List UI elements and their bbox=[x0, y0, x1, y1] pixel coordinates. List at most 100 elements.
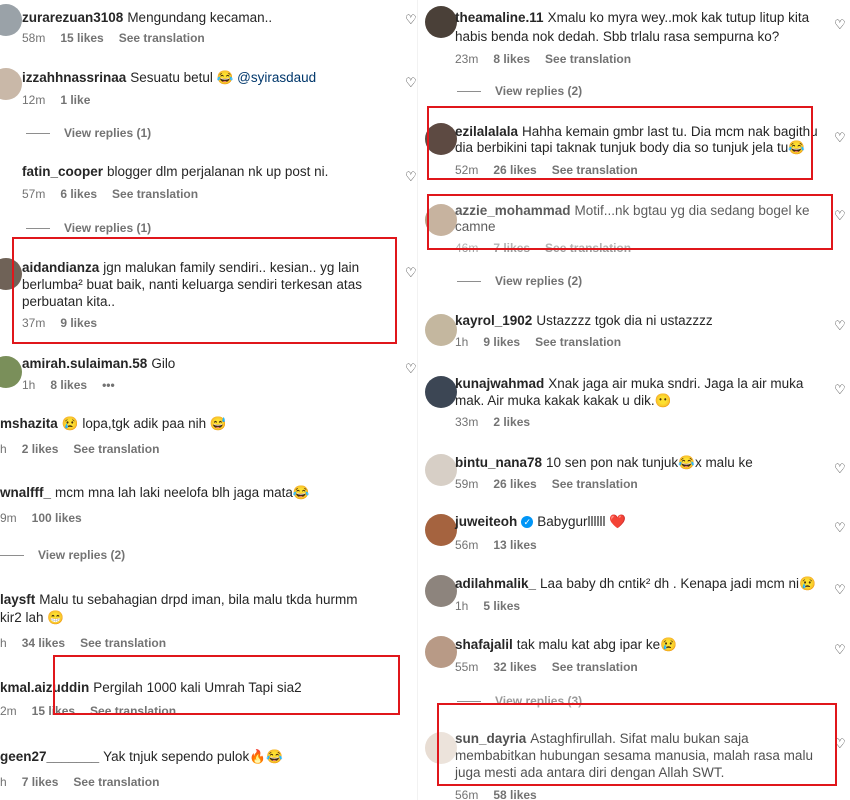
see-translation-link[interactable]: See translation bbox=[545, 52, 631, 66]
mention-link[interactable]: @syirasdaud bbox=[237, 70, 316, 85]
comment-likes[interactable]: 6 likes bbox=[60, 187, 97, 201]
avatar[interactable] bbox=[425, 6, 457, 38]
see-translation-link[interactable]: See translation bbox=[119, 31, 205, 45]
replies-line bbox=[457, 91, 481, 93]
comment-username[interactable]: theamaline.11 bbox=[455, 10, 544, 25]
comment-text: 10 sen pon nak tunjuk😂x malu ke bbox=[546, 455, 753, 470]
comment-likes[interactable]: 9 likes bbox=[483, 335, 520, 349]
comment-username[interactable]: wnalfff_ bbox=[0, 485, 51, 500]
more-horizontal-icon[interactable]: ••• bbox=[102, 378, 115, 392]
avatar[interactable] bbox=[425, 376, 457, 408]
comment-username[interactable]: geen27_______ bbox=[0, 749, 99, 764]
heart-outline-icon[interactable]: ♡ bbox=[834, 520, 846, 536]
comment-likes[interactable]: 8 likes bbox=[50, 378, 87, 392]
see-translation-link[interactable]: See translation bbox=[73, 775, 159, 789]
comment-username[interactable]: mshazita bbox=[0, 416, 58, 431]
heart-outline-icon[interactable]: ♡ bbox=[834, 208, 846, 224]
comment-likes[interactable]: 2 likes bbox=[493, 415, 530, 429]
heart-outline-icon[interactable]: ♡ bbox=[834, 382, 846, 398]
heart-outline-icon[interactable]: ♡ bbox=[405, 75, 417, 91]
comment-likes[interactable]: 15 likes bbox=[60, 31, 103, 45]
comment-username[interactable]: shafajalil bbox=[455, 637, 513, 652]
comment-text: blogger dlm perjalanan nk up post ni. bbox=[107, 164, 329, 179]
comment-likes[interactable]: 1 like bbox=[60, 93, 90, 107]
comment-likes[interactable]: 32 likes bbox=[493, 660, 536, 674]
avatar[interactable] bbox=[0, 356, 22, 388]
avatar[interactable] bbox=[425, 314, 457, 346]
replies-line bbox=[26, 133, 50, 135]
heart-outline-icon[interactable]: ♡ bbox=[834, 461, 846, 477]
heart-outline-icon[interactable]: ♡ bbox=[834, 318, 846, 334]
comment-text-line: kir2 lah 😁 bbox=[0, 610, 65, 625]
see-translation-link[interactable]: See translation bbox=[80, 636, 166, 650]
heart-outline-icon[interactable]: ♡ bbox=[834, 17, 846, 33]
comment-likes[interactable]: 26 likes bbox=[493, 477, 536, 491]
heart-outline-icon[interactable]: ♡ bbox=[405, 265, 417, 281]
view-replies-button[interactable]: View replies (2) bbox=[457, 274, 582, 288]
avatar[interactable] bbox=[425, 575, 457, 607]
heart-outline-icon[interactable]: ♡ bbox=[834, 582, 846, 598]
view-replies-button[interactable]: View replies (1) bbox=[26, 221, 151, 235]
comment-likes[interactable]: 7 likes bbox=[22, 775, 59, 789]
comment-username[interactable]: kayrol_1902 bbox=[455, 313, 532, 328]
comment-username[interactable]: kunajwahmad bbox=[455, 376, 544, 391]
view-replies-label: View replies (1) bbox=[64, 126, 152, 140]
comment-likes[interactable]: 13 likes bbox=[493, 538, 536, 552]
heart-outline-icon[interactable]: ♡ bbox=[405, 12, 417, 28]
comment-username[interactable]: izzahhnassrinaa bbox=[22, 70, 126, 85]
comment-text: Babygurllllll ❤️ bbox=[537, 514, 627, 529]
comment-text: 😢 lopa,tgk adik paa nih 😅 bbox=[61, 416, 227, 431]
left-comment-column: zurarezuan3108 Mengundang kecaman.. 58m 15… bbox=[0, 0, 425, 800]
comment-time: h bbox=[0, 775, 7, 789]
highlight-box bbox=[437, 703, 837, 786]
view-replies-label: View replies (2) bbox=[495, 274, 583, 288]
view-replies-label: View replies (1) bbox=[64, 221, 152, 235]
heart-outline-icon[interactable]: ♡ bbox=[834, 130, 846, 146]
see-translation-link[interactable]: See translation bbox=[535, 335, 621, 349]
avatar[interactable] bbox=[0, 4, 22, 36]
see-translation-link[interactable]: See translation bbox=[552, 477, 638, 491]
comment-username[interactable]: zurarezuan3108 bbox=[22, 10, 123, 25]
comment-text: Xnak jaga air muka sndri. Jaga la air mu… bbox=[548, 376, 804, 391]
verified-badge-icon: ✓ bbox=[521, 516, 534, 529]
comment-username[interactable]: juweiteoh bbox=[455, 514, 517, 529]
comment-time: 33m bbox=[455, 415, 479, 429]
comment-likes[interactable]: 8 likes bbox=[493, 52, 530, 66]
comment-text: Gilo bbox=[151, 356, 176, 371]
comment-time: 12m bbox=[22, 93, 46, 107]
view-replies-label: View replies (2) bbox=[38, 548, 126, 562]
view-replies-button[interactable]: View replies (2) bbox=[0, 548, 125, 562]
comment-time: 1h bbox=[455, 599, 469, 613]
comment-likes[interactable]: 5 likes bbox=[483, 599, 520, 613]
right-comment-column: theamaline.11 Xmalu ko myra wey..mok kak … bbox=[417, 0, 850, 800]
comment-text: Xmalu ko myra wey..mok kak tutup litup k… bbox=[547, 10, 810, 25]
comment-username[interactable]: amirah.sulaiman.58 bbox=[22, 356, 147, 371]
comment-likes[interactable]: 58 likes bbox=[493, 788, 536, 800]
comment-username[interactable]: bintu_nana78 bbox=[455, 455, 542, 470]
heart-outline-icon[interactable]: ♡ bbox=[834, 642, 846, 658]
comment-likes[interactable]: 2 likes bbox=[22, 442, 59, 456]
heart-outline-icon[interactable]: ♡ bbox=[405, 169, 417, 185]
comment-time: 1h bbox=[22, 378, 36, 392]
comment-time: 58m bbox=[22, 31, 46, 45]
comment-likes[interactable]: 34 likes bbox=[22, 636, 65, 650]
heart-outline-icon[interactable]: ♡ bbox=[405, 361, 417, 377]
comment-time: 57m bbox=[22, 187, 46, 201]
comment-username[interactable]: fatin_cooper bbox=[22, 164, 103, 179]
comment-username[interactable]: laysft bbox=[0, 592, 35, 607]
avatar[interactable] bbox=[425, 636, 457, 668]
avatar[interactable] bbox=[425, 454, 457, 486]
avatar[interactable] bbox=[0, 68, 22, 100]
comment-time: 1h bbox=[455, 335, 469, 349]
see-translation-link[interactable]: See translation bbox=[73, 442, 159, 456]
comment-text-line: mak. Air muka kakak kakak u dik.😶 bbox=[455, 393, 672, 408]
comment-username[interactable]: adilahmalik_ bbox=[455, 576, 536, 591]
comment-text: tak malu kat abg ipar ke😢 bbox=[516, 637, 677, 652]
comment-likes[interactable]: 100 likes bbox=[32, 511, 82, 525]
view-replies-button[interactable]: View replies (2) bbox=[457, 84, 582, 98]
view-replies-label: View replies (2) bbox=[495, 84, 583, 98]
view-replies-button[interactable]: View replies (1) bbox=[26, 126, 151, 140]
see-translation-link[interactable]: See translation bbox=[112, 187, 198, 201]
avatar[interactable] bbox=[425, 514, 457, 546]
see-translation-link[interactable]: See translation bbox=[552, 660, 638, 674]
